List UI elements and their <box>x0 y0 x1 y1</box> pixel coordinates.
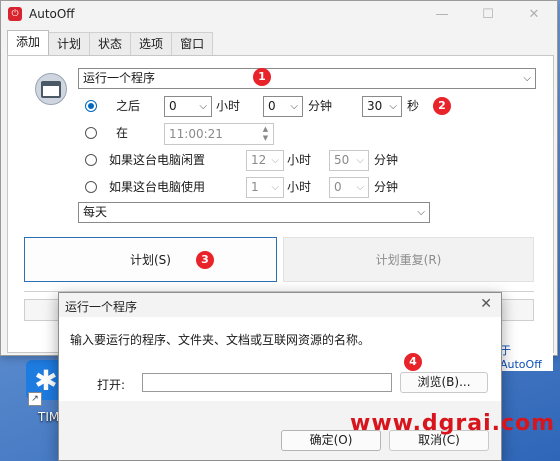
dialog-close-icon[interactable]: ✕ <box>480 296 492 312</box>
after-seconds-unit: 秒 <box>407 99 420 113</box>
spin-arrows-icon[interactable]: ▲ ▼ <box>260 125 271 143</box>
idle-hours-select[interactable]: 12 ⌵ <box>246 150 284 171</box>
chevron-down-icon: ⌵ <box>356 155 364 166</box>
in-use-minutes-unit: 分钟 <box>374 180 399 194</box>
chevron-down-icon: ⌵ <box>523 73 531 84</box>
plan-repeat-button[interactable]: 计划重复(R) <box>283 237 534 282</box>
annotation-badge-3: 3 <box>196 251 214 269</box>
idle-label: 如果这台电脑闲置 <box>109 153 206 167</box>
window-title: AutoOff <box>29 7 75 21</box>
annotation-badge-4: 4 <box>404 353 422 371</box>
plan-button[interactable]: 计划(S) <box>24 237 277 282</box>
at-label: 在 <box>116 126 129 140</box>
after-seconds-select[interactable]: 30 ⌵ <box>362 96 402 117</box>
tab-window[interactable]: 窗口 <box>171 32 214 55</box>
idle-minutes-unit: 分钟 <box>374 153 399 167</box>
tab-add[interactable]: 添加 <box>7 30 50 55</box>
radio-in-use[interactable] <box>85 181 97 193</box>
action-select-value: 运行一个程序 <box>83 71 156 85</box>
power-icon: ⏻ <box>8 7 22 21</box>
idle-minutes-value: 50 <box>334 153 350 167</box>
minimize-button[interactable]: — <box>419 1 465 27</box>
in-use-hours-select[interactable]: 1 ⌵ <box>246 177 284 198</box>
chevron-down-icon: ⌵ <box>199 101 207 112</box>
after-hours-value: 0 <box>169 99 177 113</box>
shortcut-arrow-icon: ↗ <box>28 392 42 406</box>
chevron-down-icon: ⌵ <box>271 155 279 166</box>
recurrence-value: 每天 <box>83 205 108 219</box>
in-use-hours-value: 1 <box>251 180 259 194</box>
chevron-down-icon: ⌵ <box>389 101 397 112</box>
annotation-badge-2: 2 <box>433 97 451 115</box>
tab-status[interactable]: 状态 <box>89 32 132 55</box>
browse-button[interactable]: 浏览(B)... <box>400 372 488 393</box>
maximize-button[interactable]: ☐ <box>465 1 511 27</box>
recurrence-select[interactable]: 每天 ⌵ <box>78 202 430 223</box>
annotation-badge-1: 1 <box>253 68 271 86</box>
in-use-minutes-value: 0 <box>334 180 342 194</box>
idle-hours-unit: 小时 <box>287 153 312 167</box>
at-time-value: 11:00:21 <box>169 127 223 141</box>
plan-repeat-label: 计划重复(R) <box>375 253 442 267</box>
in-use-hours-unit: 小时 <box>287 180 312 194</box>
chevron-down-icon: ⌵ <box>417 207 425 218</box>
dialog-title: 运行一个程序 <box>65 300 138 314</box>
idle-hours-value: 12 <box>251 153 267 167</box>
about-name: AutoOff <box>500 358 542 371</box>
tab-schedule[interactable]: 计划 <box>48 32 91 55</box>
dialog-description: 输入要运行的程序、文件夹、文档或互联网资源的名称。 <box>70 333 371 347</box>
after-minutes-select[interactable]: 0 ⌵ <box>263 96 303 117</box>
in-use-minutes-select[interactable]: 0 ⌵ <box>329 177 369 198</box>
tab-bar: 添加 计划 状态 选项 窗口 <box>7 30 214 55</box>
about-link[interactable]: 于 AutoOff <box>498 342 553 371</box>
plan-button-label: 计划(S) <box>130 253 171 267</box>
chevron-down-icon: ⌵ <box>271 182 279 193</box>
title-bar[interactable]: ⏻ AutoOff — ☐ ✕ <box>1 1 557 27</box>
after-minutes-unit: 分钟 <box>308 99 333 113</box>
after-hours-unit: 小时 <box>216 99 241 113</box>
radio-after[interactable] <box>85 100 97 112</box>
chevron-down-icon: ⌵ <box>356 182 364 193</box>
watermark-text: www.dgrai.com <box>350 411 556 436</box>
desktop-icon-label: TIM <box>38 410 60 424</box>
at-time-picker[interactable]: 11:00:21 ▲ ▼ <box>164 123 274 145</box>
radio-at[interactable] <box>85 127 97 139</box>
action-select[interactable]: 运行一个程序 ⌵ <box>78 68 536 89</box>
tab-options[interactable]: 选项 <box>130 32 173 55</box>
open-label: 打开: <box>97 378 126 392</box>
program-window-icon <box>35 73 67 105</box>
idle-minutes-select[interactable]: 50 ⌵ <box>329 150 369 171</box>
after-seconds-value: 30 <box>367 99 383 113</box>
after-minutes-value: 0 <box>268 99 276 113</box>
close-button[interactable]: ✕ <box>511 1 557 27</box>
in-use-label: 如果这台电脑使用 <box>109 180 206 194</box>
after-label: 之后 <box>116 99 141 113</box>
radio-idle[interactable] <box>85 154 97 166</box>
chevron-down-icon: ⌵ <box>290 101 298 112</box>
after-hours-select[interactable]: 0 ⌵ <box>164 96 212 117</box>
open-input[interactable] <box>142 373 392 392</box>
